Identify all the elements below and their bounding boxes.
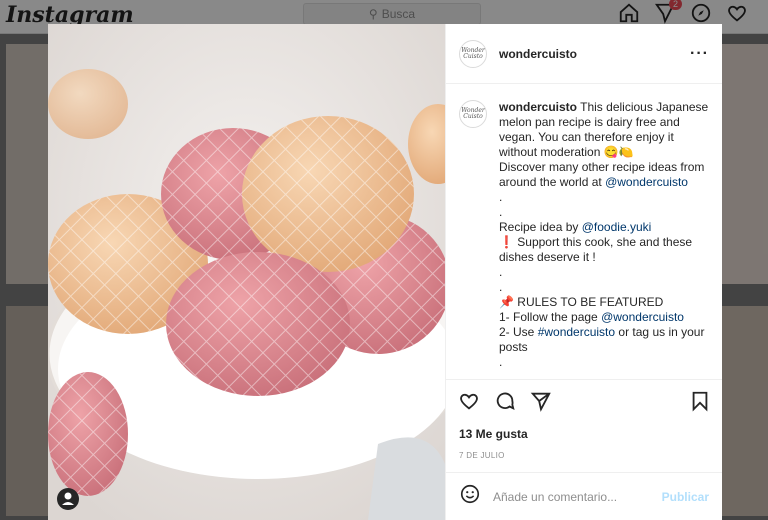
bookmark-icon[interactable]	[690, 390, 710, 417]
avatar[interactable]: Wonder Cuisto	[459, 100, 487, 128]
post-date: 7 DE JULIO	[459, 451, 505, 460]
caption-dot: .	[499, 205, 503, 219]
emoji-icon[interactable]	[459, 483, 481, 510]
caption-dot: .	[499, 190, 503, 204]
post-photo[interactable]	[48, 24, 445, 520]
caption-dot: .	[499, 370, 503, 379]
post-header: Wonder Cuisto wondercuisto ···	[446, 24, 722, 84]
caption-line: 1- Follow the page @wondercuisto	[499, 310, 684, 324]
comment-box: Añade un comentario... Publicar	[446, 472, 722, 520]
post-actions	[446, 379, 722, 427]
like-heart-icon[interactable]	[458, 390, 480, 417]
caption-dot: .	[499, 265, 503, 279]
hashtag-link[interactable]: #wondercuisto	[538, 325, 615, 339]
tagged-user-icon[interactable]	[57, 488, 79, 510]
mention-link[interactable]: @wondercuisto	[601, 310, 684, 324]
share-icon[interactable]	[530, 390, 552, 417]
likes-count[interactable]: 13 Me gusta	[446, 427, 722, 441]
caption-dot: .	[499, 355, 503, 369]
mention-link[interactable]: @foodie.yuki	[582, 220, 652, 234]
melon-pan-image	[48, 24, 445, 520]
caption-line: 📌 RULES TO BE FEATURED	[499, 295, 664, 309]
comment-icon[interactable]	[494, 390, 516, 417]
caption-dot: .	[499, 280, 503, 294]
caption-line: ❗ Support this cook, she and these dishe…	[499, 235, 693, 264]
caption-username[interactable]: wondercuisto	[499, 100, 577, 114]
avatar[interactable]: Wonder Cuisto	[459, 39, 487, 68]
caption-line: Discover many other recipe ideas from ar…	[499, 160, 705, 189]
post-username[interactable]: wondercuisto	[499, 47, 577, 61]
caption-line: Recipe idea by @foodie.yuki	[499, 220, 652, 234]
more-options-icon[interactable]: ···	[690, 45, 709, 63]
caption-text: wondercuisto This delicious Japanese mel…	[499, 100, 709, 379]
mention-link[interactable]: @wondercuisto	[605, 175, 688, 189]
comment-input[interactable]: Añade un comentario...	[493, 490, 650, 504]
caption-section: Wonder Cuisto wondercuisto This deliciou…	[446, 84, 722, 379]
caption-line: 2- Use #wondercuisto or tag us in your p…	[499, 325, 705, 354]
post-modal: Wonder Cuisto wondercuisto ··· Wonder Cu…	[48, 24, 722, 520]
publish-button[interactable]: Publicar	[662, 490, 709, 504]
post-details-panel: Wonder Cuisto wondercuisto ··· Wonder Cu…	[445, 24, 722, 520]
